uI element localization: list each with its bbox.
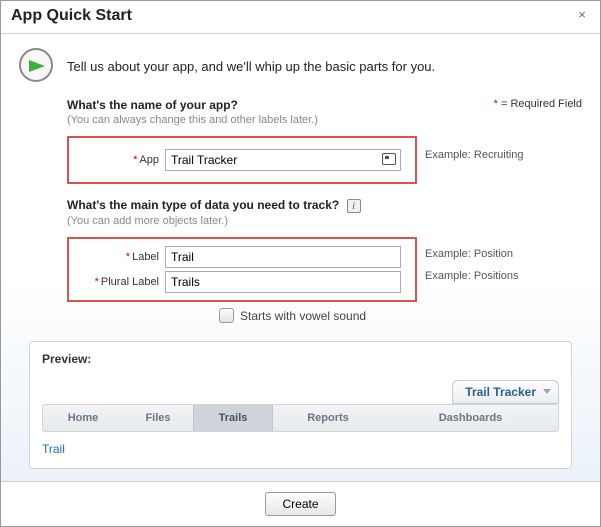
- object-question: What's the main type of data you need to…: [67, 198, 339, 212]
- object-hint: (You can add more objects later.): [67, 215, 582, 227]
- dialog-footer: Create: [1, 481, 600, 526]
- vowel-row: Starts with vowel sound: [219, 308, 582, 323]
- create-button[interactable]: Create: [265, 492, 335, 516]
- titlebar: App Quick Start ×: [1, 1, 600, 34]
- plural-label-input[interactable]: [165, 271, 401, 293]
- plural-label-example: Example: Positions: [425, 270, 519, 282]
- intro-text: Tell us about your app, and we'll whip u…: [67, 59, 435, 74]
- app-name-example: Example: Recruiting: [425, 149, 523, 161]
- label-example: Example: Position: [425, 248, 519, 260]
- app-name-field-group: *App: [67, 136, 417, 184]
- app-field-label: *App: [79, 154, 165, 166]
- quick-start-dialog: App Quick Start × Tell us about your app…: [0, 0, 601, 527]
- app-name-section: * = Required Field What's the name of yo…: [19, 98, 582, 184]
- plural-label-field-label: *Plural Label: [79, 276, 165, 288]
- label-field-label: *Label: [79, 251, 165, 263]
- chevron-down-icon: [543, 389, 551, 394]
- app-name-input[interactable]: [165, 149, 401, 171]
- preview-panel: Preview: Trail Tracker Home Files Trails…: [29, 341, 572, 469]
- preview-tabbar: Home Files Trails Reports Dashboards: [42, 404, 559, 432]
- lookup-icon[interactable]: [382, 153, 396, 165]
- tab-reports[interactable]: Reports: [273, 405, 383, 431]
- app-selector-pill[interactable]: Trail Tracker: [452, 380, 559, 404]
- label-input[interactable]: [165, 246, 401, 268]
- vowel-label: Starts with vowel sound: [240, 309, 366, 323]
- tab-files[interactable]: Files: [123, 405, 193, 431]
- app-name-hint: (You can always change this and other la…: [67, 114, 582, 126]
- info-icon[interactable]: i: [347, 199, 361, 213]
- intro-row: Tell us about your app, and we'll whip u…: [19, 48, 582, 84]
- required-field-note: * = Required Field: [494, 98, 582, 110]
- vowel-checkbox[interactable]: [219, 308, 234, 323]
- tab-trails[interactable]: Trails: [193, 405, 273, 431]
- preview-heading: Preview:: [42, 352, 559, 366]
- stopwatch-icon: [19, 48, 55, 84]
- close-icon[interactable]: ×: [574, 8, 590, 24]
- dialog-body: Tell us about your app, and we'll whip u…: [1, 34, 600, 481]
- object-section: What's the main type of data you need to…: [19, 198, 582, 323]
- object-field-group: *Label *Plural Label: [67, 237, 417, 302]
- tab-home[interactable]: Home: [43, 405, 123, 431]
- tab-dashboards[interactable]: Dashboards: [383, 405, 558, 431]
- app-selector-label: Trail Tracker: [465, 385, 536, 399]
- preview-object-link[interactable]: Trail: [42, 442, 559, 456]
- dialog-title: App Quick Start: [11, 7, 132, 25]
